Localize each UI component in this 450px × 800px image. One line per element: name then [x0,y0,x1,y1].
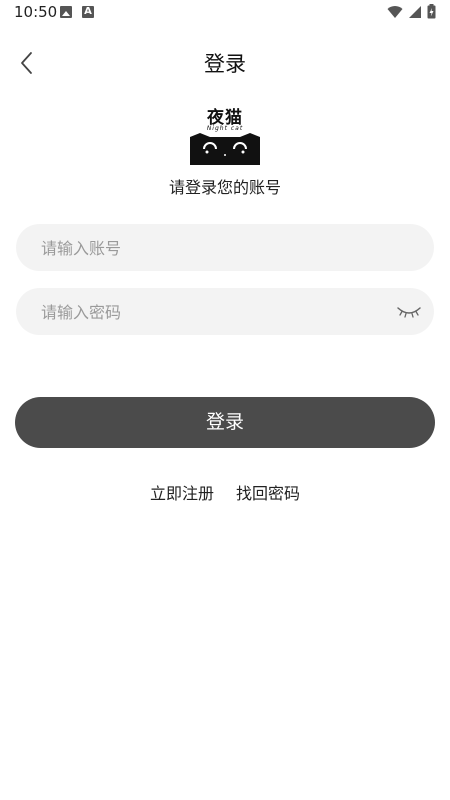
forgot-password-link[interactable]: 找回密码 [236,484,300,503]
page-title: 登录 [204,52,246,76]
status-time: 10:50 [14,3,58,21]
password-field[interactable] [16,288,434,337]
header: 登录 [0,40,450,84]
battery-icon [427,4,436,19]
auth-links: 立即注册 找回密码 [0,480,450,504]
logo-subtext: Night cat [206,125,244,132]
login-screen: 10:50 A 登录 夜猫 Night cat 请登录您的账号 请输入账号 登录… [0,0,450,800]
signal-icon [409,5,421,18]
eye-closed-icon [397,307,421,318]
cat-logo-icon [190,133,260,165]
register-link[interactable]: 立即注册 [150,484,214,503]
status-right-icons [387,4,436,19]
account-field[interactable] [16,224,434,273]
login-button[interactable]: 登录 [15,397,435,448]
account-input[interactable] [39,224,383,273]
login-subtitle: 请登录您的账号 [168,178,281,197]
status-left-icons: A [60,6,94,18]
image-icon [60,6,72,18]
app-logo: 夜猫 Night cat [190,103,260,165]
status-bar: 10:50 A [0,0,450,24]
password-input[interactable] [39,288,383,337]
wifi-icon [387,5,403,18]
font-icon: A [82,6,94,18]
password-visibility-toggle[interactable] [396,300,422,322]
